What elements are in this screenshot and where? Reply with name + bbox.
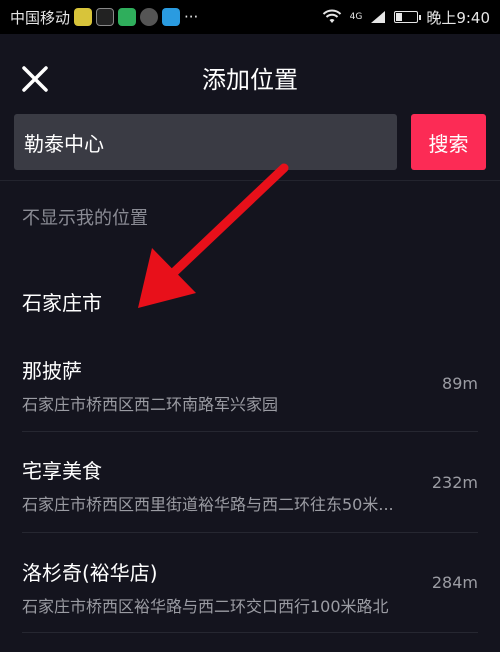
divider [22,431,478,432]
header: 添加位置 [0,34,500,124]
battery-fill [396,13,403,21]
clock: 晚上9:40 [426,8,490,27]
location-address: 石家庄市桥西区裕华路与西二环交口西行100米路北 [22,597,389,616]
wifi-icon [322,9,341,23]
location-distance: 284m [431,573,478,592]
battery-icon [394,11,422,23]
app-notification-icon-2 [140,8,159,26]
location-item[interactable]: 洛杉奇(裕华店) 石家庄市桥西区裕华路与西二环交口西行100米路北 284m [0,533,500,633]
search-input[interactable] [14,114,397,170]
location-distance: 89m [442,374,478,393]
location-name: 宅享美食 [22,459,102,483]
location-address: 石家庄市桥西区西二环南路军兴家园 [22,395,279,414]
location-name: 洛杉奇(裕华店) [22,561,158,585]
tiktok-notification-icon [96,8,115,26]
hide-location-option[interactable]: 不显示我的位置 [22,204,148,230]
more-notifications: ··· [184,8,199,26]
page-title: 添加位置 [202,66,298,94]
location-item-city[interactable]: 石家庄市 [0,275,500,325]
status-bar: 中国移动 ··· 4G 晚上9:40 [0,0,500,34]
network-type: 4G [349,11,363,22]
search-button[interactable]: 搜索 [411,114,486,170]
wechat-notification-icon [118,8,137,26]
signal-icon [371,11,386,23]
divider [0,180,500,181]
location-name: 石家庄市 [22,291,102,315]
location-name: 那披萨 [22,359,82,383]
app-notification-icon [74,8,93,26]
divider [22,632,478,633]
status-left: 中国移动 ··· [10,7,198,28]
search-row: 搜索 [14,114,486,170]
location-address: 石家庄市桥西区西里街道裕华路与西二环往东50米... [22,495,394,514]
location-distance: 232m [431,473,478,492]
carrier-label: 中国移动 [10,8,71,27]
location-item[interactable]: 宅享美食 石家庄市桥西区西里街道裕华路与西二环往东50米... 232m [0,433,500,533]
status-right: 4G 晚上9:40 [322,7,490,28]
location-item[interactable]: 那披萨 石家庄市桥西区西二环南路军兴家园 89m [0,340,500,432]
telegram-notification-icon [162,8,181,26]
